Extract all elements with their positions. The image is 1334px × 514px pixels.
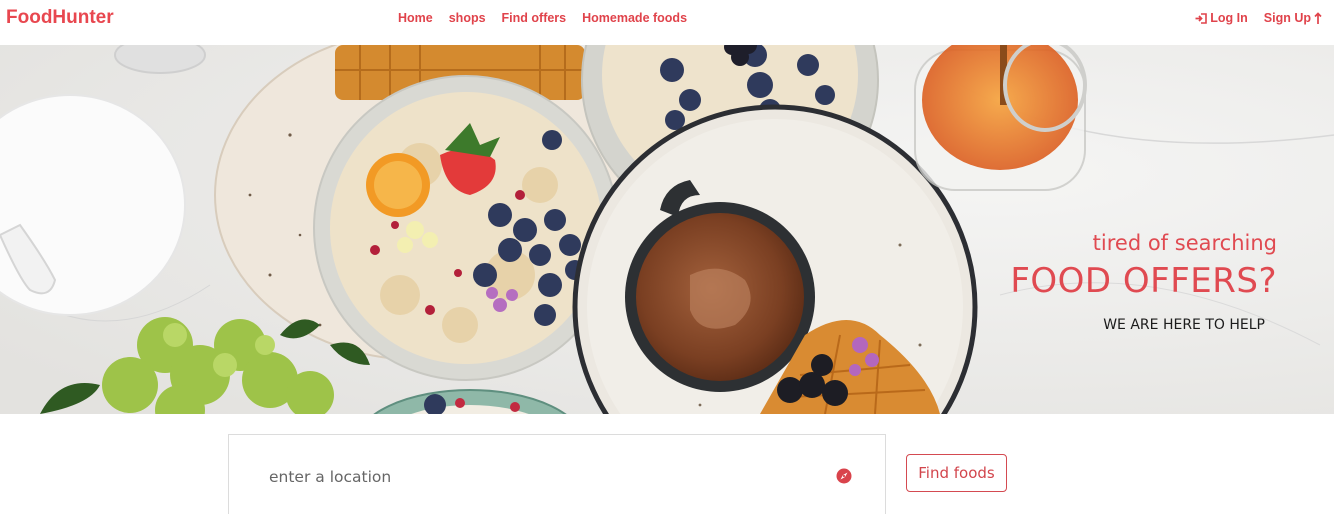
- sign-in-icon: [1195, 12, 1208, 24]
- brand-logo[interactable]: FoodHunter: [6, 7, 114, 29]
- level-up-icon: [1314, 11, 1322, 25]
- navbar: FoodHunter Home shops Find offers Homema…: [0, 0, 1334, 45]
- hero-subline: WE ARE HERE TO HELP: [1103, 317, 1265, 333]
- nav-link-find-offers[interactable]: Find offers: [502, 11, 567, 25]
- location-input[interactable]: [269, 465, 809, 489]
- location-search-card: [228, 434, 886, 514]
- find-foods-button[interactable]: Find foods: [906, 454, 1007, 492]
- hero-text: tired of searching FOOD OFFERS? WE ARE H…: [1010, 231, 1277, 333]
- login-link[interactable]: Log In: [1195, 11, 1248, 25]
- hero-food-image: [0, 45, 1334, 414]
- hero-banner: tired of searching FOOD OFFERS? WE ARE H…: [0, 45, 1334, 414]
- compass-icon[interactable]: [836, 468, 852, 489]
- nav-link-home[interactable]: Home: [398, 11, 433, 25]
- nav-link-homemade-foods[interactable]: Homemade foods: [582, 11, 687, 25]
- hero-tagline: tired of searching: [1092, 231, 1277, 255]
- auth-nav: Log In Sign Up: [1195, 11, 1322, 25]
- main-nav: Home shops Find offers Homemade foods: [398, 11, 687, 25]
- signup-link[interactable]: Sign Up: [1264, 11, 1322, 25]
- hero-headline: FOOD OFFERS?: [1010, 261, 1277, 301]
- login-label: Log In: [1210, 11, 1248, 25]
- signup-label: Sign Up: [1263, 11, 1311, 25]
- nav-link-shops[interactable]: shops: [449, 11, 486, 25]
